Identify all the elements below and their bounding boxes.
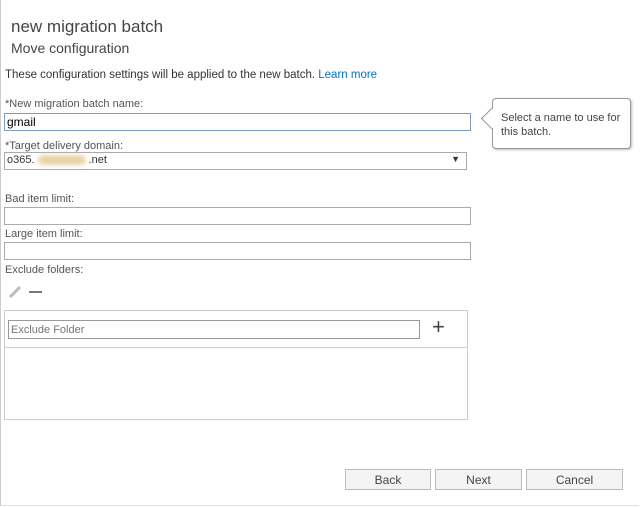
remove-minus-icon[interactable] bbox=[29, 291, 42, 293]
dropdown-arrow-icon: ▼ bbox=[451, 154, 460, 164]
page-subtitle: Move configuration bbox=[11, 40, 129, 56]
back-button[interactable]: Back bbox=[345, 469, 431, 490]
next-button[interactable]: Next bbox=[435, 469, 522, 490]
learn-more-link[interactable]: Learn more bbox=[318, 69, 377, 81]
domain-suffix: .net bbox=[89, 154, 107, 166]
domain-prefix: o365. bbox=[7, 154, 35, 166]
target-domain-select[interactable]: o365. .net ▼ bbox=[4, 152, 467, 170]
batch-name-input[interactable] bbox=[4, 113, 471, 131]
description: These configuration settings will be app… bbox=[5, 69, 377, 81]
bad-item-limit-input[interactable] bbox=[4, 207, 471, 225]
tooltip: Select a name to use for this batch. bbox=[492, 98, 631, 149]
cancel-button[interactable]: Cancel bbox=[526, 469, 623, 490]
target-domain-label: *Target delivery domain: bbox=[5, 140, 123, 152]
description-text: These configuration settings will be app… bbox=[5, 69, 315, 81]
exclude-folder-input[interactable] bbox=[8, 320, 420, 339]
exclude-folders-panel: + bbox=[4, 310, 468, 420]
large-item-limit-input[interactable] bbox=[4, 242, 471, 260]
redacted-domain bbox=[38, 155, 86, 165]
large-item-limit-label: Large item limit: bbox=[5, 228, 83, 240]
exclude-folders-label: Exclude folders: bbox=[5, 264, 83, 276]
divider bbox=[5, 347, 467, 348]
batch-name-label: *New migration batch name: bbox=[5, 98, 143, 110]
page-title: new migration batch bbox=[11, 17, 163, 37]
bad-item-limit-label: Bad item limit: bbox=[5, 193, 74, 205]
edit-pencil-icon[interactable] bbox=[8, 285, 22, 299]
add-plus-icon[interactable]: + bbox=[432, 316, 445, 338]
